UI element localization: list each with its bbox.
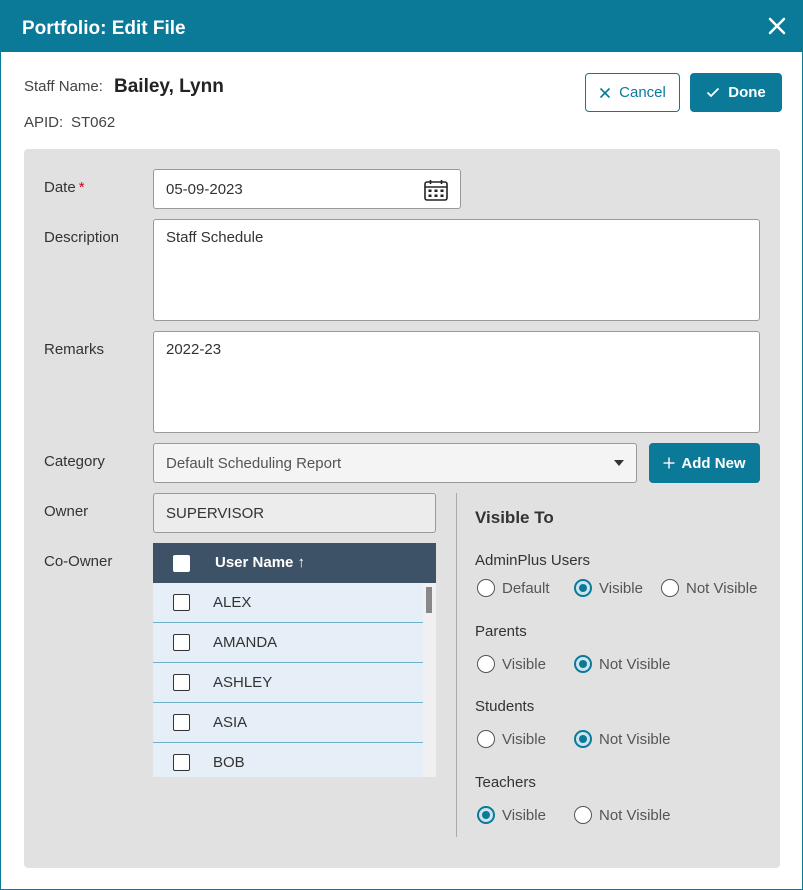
x-icon bbox=[600, 87, 611, 98]
radio-label: Visible bbox=[599, 579, 643, 597]
radio-circle bbox=[574, 655, 592, 673]
section-divider bbox=[456, 493, 457, 837]
visible-to-title: Visible To bbox=[475, 508, 554, 527]
table-row[interactable]: ASIA bbox=[153, 703, 423, 743]
adminplus-visible-radio[interactable]: Visible bbox=[574, 579, 643, 597]
radio-label: Not Visible bbox=[599, 655, 671, 673]
row-username: ALEX bbox=[213, 594, 252, 611]
radio-circle bbox=[574, 579, 592, 597]
select-all-checkbox[interactable] bbox=[173, 555, 190, 572]
radio-circle bbox=[477, 579, 495, 597]
radio-circle bbox=[661, 579, 679, 597]
radio-label: Visible bbox=[502, 806, 546, 824]
radio-circle bbox=[477, 730, 495, 748]
done-label: Done bbox=[728, 84, 766, 101]
table-body: ALEX AMANDA ASHLEY ASIA BOB bbox=[153, 583, 436, 777]
remarks-label: Remarks bbox=[44, 341, 105, 358]
radio-label: Visible bbox=[502, 730, 546, 748]
category-value: Default Scheduling Report bbox=[166, 454, 342, 472]
dialog-title: Portfolio: Edit File bbox=[22, 18, 186, 39]
row-username: BOB bbox=[213, 754, 245, 771]
table-scrollbar[interactable] bbox=[423, 583, 436, 777]
table-row[interactable]: ASHLEY bbox=[153, 663, 423, 703]
staff-name-value: Bailey, Lynn bbox=[114, 76, 224, 97]
radio-label: Not Visible bbox=[599, 730, 671, 748]
radio-circle bbox=[477, 655, 495, 673]
add-new-button[interactable]: Add New bbox=[649, 443, 760, 483]
adminplus-users-label: AdminPlus Users bbox=[475, 552, 591, 569]
parents-visible-radio[interactable]: Visible bbox=[477, 655, 546, 673]
adminplus-default-radio[interactable]: Default bbox=[477, 579, 550, 597]
description-label: Description bbox=[44, 229, 120, 246]
students-visible-radio[interactable]: Visible bbox=[477, 730, 546, 748]
row-checkbox[interactable] bbox=[173, 754, 190, 771]
apid-label: APID: bbox=[24, 114, 64, 131]
date-field[interactable]: 05-09-2023 bbox=[153, 169, 461, 209]
apid-value: ST062 bbox=[71, 114, 116, 131]
date-value: 05-09-2023 bbox=[166, 180, 243, 198]
owner-value: SUPERVISOR bbox=[166, 504, 265, 522]
row-username: ASHLEY bbox=[213, 674, 273, 691]
students-not-visible-radio[interactable]: Not Visible bbox=[574, 730, 670, 748]
radio-circle bbox=[477, 806, 495, 824]
calendar-icon[interactable] bbox=[424, 179, 448, 201]
cancel-label: Cancel bbox=[619, 84, 666, 101]
table-header: User Name ↑ bbox=[153, 543, 436, 583]
adminplus-not-visible-radio[interactable]: Not Visible bbox=[661, 579, 757, 597]
radio-circle bbox=[574, 806, 592, 824]
category-label: Category bbox=[44, 453, 105, 470]
owner-label: Owner bbox=[44, 503, 89, 520]
teachers-visible-radio[interactable]: Visible bbox=[477, 806, 546, 824]
table-row[interactable]: ALEX bbox=[153, 583, 423, 623]
row-username: AMANDA bbox=[213, 634, 278, 651]
owner-field: SUPERVISOR bbox=[153, 493, 436, 533]
scrollbar-thumb[interactable] bbox=[426, 587, 432, 613]
parents-label: Parents bbox=[475, 623, 527, 640]
radio-label: Not Visible bbox=[686, 579, 758, 597]
edit-file-dialog: Portfolio: Edit File Staff Name: Bailey,… bbox=[0, 0, 803, 890]
remarks-textarea[interactable]: 2022-23 bbox=[153, 331, 760, 433]
required-marker: * bbox=[78, 179, 85, 196]
cancel-button[interactable]: Cancel bbox=[585, 73, 680, 112]
remarks-value: 2022-23 bbox=[166, 341, 222, 358]
coowner-table: User Name ↑ ALEX AMANDA ASHLEY ASIA BOB bbox=[153, 543, 436, 777]
radio-label: Not Visible bbox=[599, 806, 671, 824]
username-column-header[interactable]: User Name ↑ bbox=[215, 554, 305, 571]
radio-circle bbox=[574, 730, 592, 748]
teachers-label: Teachers bbox=[475, 774, 536, 791]
close-icon[interactable] bbox=[766, 15, 788, 37]
students-label: Students bbox=[475, 698, 535, 715]
row-checkbox[interactable] bbox=[173, 714, 190, 731]
row-checkbox[interactable] bbox=[173, 674, 190, 691]
dialog-header: Portfolio: Edit File bbox=[1, 1, 803, 52]
teachers-not-visible-radio[interactable]: Not Visible bbox=[574, 806, 670, 824]
add-new-label: Add New bbox=[681, 454, 746, 472]
plus-icon bbox=[663, 457, 675, 469]
description-value: Staff Schedule bbox=[166, 229, 264, 246]
done-button[interactable]: Done bbox=[690, 73, 782, 112]
form-panel: Date * 05-09-2023 Description Staff Sched… bbox=[24, 149, 780, 868]
radio-label: Default bbox=[502, 579, 550, 597]
description-textarea[interactable]: Staff Schedule bbox=[153, 219, 760, 321]
row-username: ASIA bbox=[213, 714, 248, 731]
row-checkbox[interactable] bbox=[173, 634, 190, 651]
coowner-label: Co-Owner bbox=[44, 553, 113, 570]
caret-down-icon bbox=[614, 460, 624, 466]
table-row[interactable]: AMANDA bbox=[153, 623, 423, 663]
category-select[interactable]: Default Scheduling Report bbox=[153, 443, 637, 483]
date-label: Date * bbox=[44, 179, 85, 196]
table-row[interactable]: BOB bbox=[153, 743, 423, 777]
radio-label: Visible bbox=[502, 655, 546, 673]
row-checkbox[interactable] bbox=[173, 594, 190, 611]
check-icon bbox=[707, 87, 720, 98]
parents-not-visible-radio[interactable]: Not Visible bbox=[574, 655, 670, 673]
staff-name-label: Staff Name: bbox=[24, 78, 103, 95]
